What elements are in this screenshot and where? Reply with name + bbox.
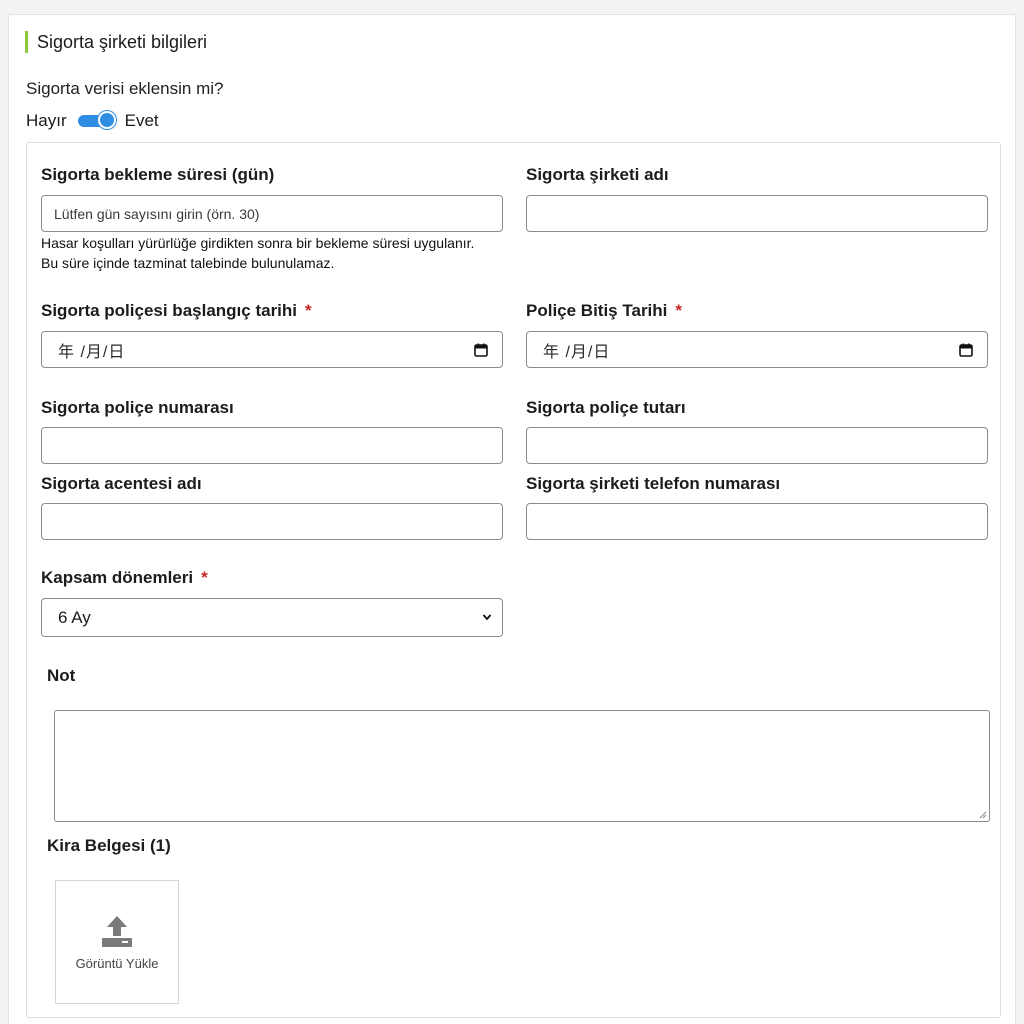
company-phone-label: Sigorta şirketi telefon numarası xyxy=(526,474,781,493)
start-date-placeholder: 年 /月/日 xyxy=(58,343,126,361)
insurance-form-panel: Sigorta bekleme süresi (gün) Lütfen gün … xyxy=(26,142,1001,1018)
section-title: Sigorta şirketi bilgileri xyxy=(25,31,207,53)
toggle-on-label: Evet xyxy=(124,111,159,130)
policy-amount-input[interactable] xyxy=(526,427,988,464)
calendar-icon[interactable] xyxy=(474,343,488,357)
insurance-toggle[interactable] xyxy=(77,111,116,130)
toggle-knob xyxy=(97,111,116,129)
coverage-period-label: Kapsam dönemleri * xyxy=(41,568,208,588)
rental-document-label: Kira Belgesi (1) xyxy=(47,836,171,855)
insurance-card: Sigorta şirketi bilgileri Sigorta verisi… xyxy=(8,14,1016,1024)
waiting-period-label: Sigorta bekleme süresi (gün) xyxy=(41,165,275,184)
end-date-label-text: Poliçe Bitiş Tarihi xyxy=(526,301,668,320)
coverage-period-select[interactable]: 6 Ay xyxy=(41,598,503,637)
resize-handle-icon[interactable] xyxy=(978,810,987,819)
insurance-question: Sigorta verisi eklensin mi? xyxy=(26,79,224,98)
coverage-period-label-text: Kapsam dönemleri xyxy=(41,568,194,587)
hint-line-1: Hasar koşulları yürürlüğe girdikten sonr… xyxy=(41,235,475,251)
waiting-period-placeholder: Lütfen gün sayısını girin (örn. 30) xyxy=(54,205,260,222)
note-label: Not xyxy=(47,666,76,685)
policy-amount-label: Sigorta poliçe tutarı xyxy=(526,398,686,417)
waiting-period-hint: Hasar koşulları yürürlüğe girdikten sonr… xyxy=(41,233,474,273)
policy-number-input[interactable] xyxy=(41,427,503,464)
end-date-label: Poliçe Bitiş Tarihi * xyxy=(526,301,682,321)
start-date-input[interactable]: 年 /月/日 xyxy=(41,331,503,368)
note-textarea[interactable] xyxy=(54,710,990,822)
toggle-off-label: Hayır xyxy=(26,111,67,130)
end-date-placeholder: 年 /月/日 xyxy=(543,343,611,361)
calendar-icon[interactable] xyxy=(959,343,973,357)
start-date-label-text: Sigorta poliçesi başlangıç tarihi xyxy=(41,301,298,320)
policy-number-label: Sigorta poliçe numarası xyxy=(41,398,234,417)
insurance-toggle-row: Hayır Evet xyxy=(26,109,159,133)
agent-name-input[interactable] xyxy=(41,503,503,540)
required-marker: * xyxy=(675,301,683,320)
end-date-input[interactable]: 年 /月/日 xyxy=(526,331,988,368)
coverage-period-selected: 6 Ay xyxy=(58,607,91,627)
hint-line-2: Bu süre içinde tazminat talebinde bulunu… xyxy=(41,255,335,271)
company-name-label: Sigorta şirketi adı xyxy=(526,165,669,184)
upload-label: Görüntü Yükle xyxy=(75,955,159,971)
image-upload-button[interactable]: Görüntü Yükle xyxy=(55,880,179,1004)
chevron-down-icon xyxy=(482,614,492,621)
required-marker: * xyxy=(305,301,312,320)
upload-icon xyxy=(102,915,132,947)
agent-name-label: Sigorta acentesi adı xyxy=(41,474,202,493)
required-marker: * xyxy=(201,568,208,587)
start-date-label: Sigorta poliçesi başlangıç tarihi * xyxy=(41,301,312,321)
company-phone-input[interactable] xyxy=(526,503,988,540)
company-name-input[interactable] xyxy=(526,195,988,232)
waiting-period-input[interactable]: Lütfen gün sayısını girin (örn. 30) xyxy=(41,195,503,232)
